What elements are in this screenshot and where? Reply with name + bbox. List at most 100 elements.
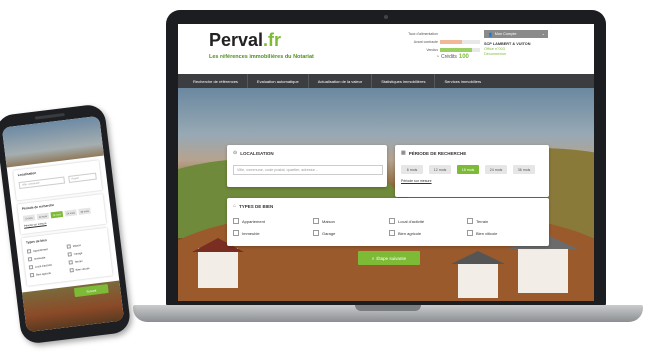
usage-label: Avant contracte xyxy=(413,39,438,44)
phone-type-label: Appartement xyxy=(32,247,48,253)
period-pill-6[interactable]: 6 mois xyxy=(401,165,423,174)
checkbox-box[interactable] xyxy=(69,268,74,273)
phone-period-pill-12[interactable]: 12 mois xyxy=(36,212,50,221)
type-label: Local d'activité xyxy=(398,218,425,224)
main-nav: Recherche de références Evaluation autom… xyxy=(178,74,594,88)
calendar-icon: ▦ xyxy=(401,150,406,156)
user-icon: 👤 xyxy=(488,32,493,37)
location-pin-icon: ⊙ xyxy=(233,150,238,156)
phone-type-checkbox[interactable]: Local d'activité xyxy=(28,263,52,270)
site-tagline: Les références immobilières du Notariat xyxy=(209,54,314,60)
nav-item-services[interactable]: Services immobiliers xyxy=(435,74,490,88)
checkbox-box[interactable] xyxy=(233,218,239,224)
type-checkbox-immeuble[interactable]: Immeuble xyxy=(233,230,260,236)
checkbox-box[interactable] xyxy=(27,257,33,262)
phone-period-pill-6[interactable]: 6 mois xyxy=(22,214,36,222)
period-pill-24[interactable]: 24 mois xyxy=(485,165,507,174)
phone-period-pill-36[interactable]: 36 mois xyxy=(78,207,91,215)
phone-type-checkbox[interactable]: Bien viticole xyxy=(69,266,90,273)
phone-custom-period-link[interactable]: Période sur mesure xyxy=(24,222,47,228)
site-logo[interactable]: Perval.fr xyxy=(209,30,281,51)
phone-type-checkbox[interactable]: Bien agricole xyxy=(29,271,52,278)
checkbox-box[interactable] xyxy=(233,230,239,236)
type-label: Bien agricole xyxy=(398,230,422,236)
location-input[interactable]: Ville, commune, code postal, quartier, a… xyxy=(233,165,383,175)
phone-type-checkbox[interactable]: Appartement xyxy=(26,247,48,254)
type-label: Bien viticole xyxy=(476,230,498,236)
checkbox-box[interactable] xyxy=(26,249,32,254)
phone-hero-top xyxy=(1,115,104,168)
checkbox-box[interactable] xyxy=(467,218,473,224)
phone-type-label: Bien agricole xyxy=(35,271,52,277)
period-pill-36[interactable]: 36 mois xyxy=(513,165,535,174)
logo-main: Perval xyxy=(209,30,264,50)
home-icon: ⌂ xyxy=(233,203,237,209)
phone-type-checkbox[interactable]: Immeuble xyxy=(27,255,46,262)
period-card-title: ▦ PÉRIODE DE RECHERCHE xyxy=(401,150,466,156)
type-checkbox-appartement[interactable]: Appartement xyxy=(233,218,265,224)
type-label: Appartement xyxy=(242,218,265,224)
usage-label: Vendus xyxy=(426,47,438,52)
logout-link[interactable]: Déconnexion xyxy=(484,52,530,57)
house-image xyxy=(518,248,568,293)
usage-bar xyxy=(440,39,480,44)
period-card: ▦ PÉRIODE DE RECHERCHE 6 mois 12 mois 18… xyxy=(395,145,549,197)
nav-item-evaluation[interactable]: Evaluation automatique xyxy=(248,74,309,88)
checkbox-box[interactable] xyxy=(29,272,35,278)
phone-screen: Localisation Ville, commune Rayon Périod… xyxy=(1,115,125,333)
type-label: Maison xyxy=(322,218,335,224)
checkbox-box[interactable] xyxy=(68,260,73,265)
clock-icon: ◔ xyxy=(436,54,440,60)
type-label: Terrain xyxy=(476,218,489,224)
checkbox-box[interactable] xyxy=(389,230,395,236)
checkbox-box[interactable] xyxy=(67,252,72,257)
period-pill-12[interactable]: 12 mois xyxy=(429,165,451,174)
phone-location-input[interactable]: Ville, commune xyxy=(18,176,66,190)
account-button[interactable]: 👤 Mon Compte ⌄ xyxy=(484,30,548,38)
type-checkbox-agricole[interactable]: Bien agricole xyxy=(389,230,421,236)
type-checkbox-local[interactable]: Local d'activité xyxy=(389,218,424,224)
phone-type-label: Local d'activité xyxy=(34,263,52,269)
account-info: SCP LAMBERT & VUITON Office n°003 Déconn… xyxy=(484,42,530,57)
credits-display: ◔ Crédits 100 xyxy=(436,54,469,60)
laptop-notch xyxy=(355,305,421,311)
checkbox-box[interactable] xyxy=(66,244,72,249)
nav-item-statistiques[interactable]: Statistiques immobilières xyxy=(372,74,436,88)
speaker-icon xyxy=(34,112,65,120)
nav-item-recherche[interactable]: Recherche de références xyxy=(184,74,248,88)
next-step-button[interactable]: ⌕ Étape suivante xyxy=(358,251,420,265)
phone-period-pill-24[interactable]: 24 mois xyxy=(64,209,78,217)
nav-item-actualisation[interactable]: Actualisation de la valeur xyxy=(309,74,373,88)
type-checkbox-garage[interactable]: Garage xyxy=(313,230,335,236)
checkbox-box[interactable] xyxy=(467,230,473,236)
phone-type-checkbox[interactable]: Garage xyxy=(67,251,83,257)
type-checkbox-maison[interactable]: Maison xyxy=(313,218,335,224)
location-card: ⊙ LOCALISATION Ville, commune, code post… xyxy=(227,145,387,187)
type-checkbox-viticole[interactable]: Bien viticole xyxy=(467,230,497,236)
credits-label: Crédits xyxy=(441,54,457,60)
phone-type-label: Maison xyxy=(72,243,82,248)
phone-radius-select[interactable]: Rayon xyxy=(68,172,97,183)
logo-suffix: .fr xyxy=(263,30,282,50)
site-header: Perval.fr Les références immobilières du… xyxy=(178,24,594,74)
phone-location-title: Localisation xyxy=(17,170,37,178)
phone-type-checkbox[interactable]: Terrain xyxy=(68,259,83,265)
period-pill-18[interactable]: 18 mois xyxy=(457,165,479,174)
checkbox-box[interactable] xyxy=(313,218,319,224)
type-label: Immeuble xyxy=(242,230,260,236)
phone-type-checkbox[interactable]: Maison xyxy=(66,243,82,249)
checkbox-box[interactable] xyxy=(28,264,34,270)
phone-types-title: Types de bien xyxy=(25,238,48,245)
usage-panel: Taux d'alimentation Avant contracte Vend… xyxy=(390,30,480,54)
location-title: LOCALISATION xyxy=(240,150,274,156)
checkbox-box[interactable] xyxy=(389,218,395,224)
hero-section: ⊙ LOCALISATION Ville, commune, code post… xyxy=(178,88,594,301)
house-image xyxy=(458,263,498,298)
custom-period-link[interactable]: Période sur mesure xyxy=(401,179,432,183)
phone-period-pill-18[interactable]: 18 mois xyxy=(50,210,64,219)
phone-next-label: Suivant xyxy=(86,287,97,294)
checkbox-box[interactable] xyxy=(313,230,319,236)
type-label: Garage xyxy=(322,230,336,236)
credits-value: 100 xyxy=(458,54,469,60)
type-checkbox-terrain[interactable]: Terrain xyxy=(467,218,488,224)
